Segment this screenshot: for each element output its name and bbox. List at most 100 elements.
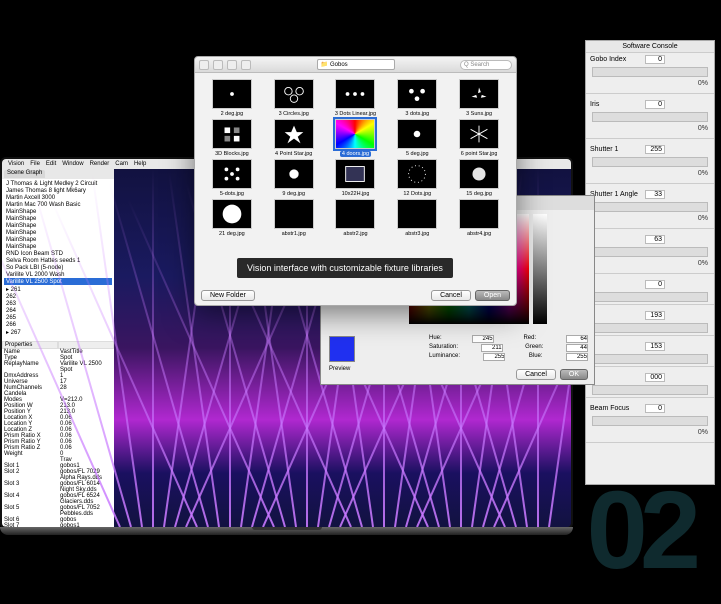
finder-cancel-button[interactable]: Cancel — [431, 290, 471, 301]
param-value[interactable]: 193 — [645, 311, 665, 320]
menu-window[interactable]: Window — [62, 161, 83, 167]
file-item[interactable]: 3 Dots Linear.jpg — [327, 79, 385, 117]
file-item[interactable]: 3 dots.jpg — [388, 79, 446, 117]
file-caption: 10x22H.jpg — [342, 191, 370, 197]
file-item[interactable]: 3 Circles.jpg — [265, 79, 323, 117]
nav-back-button[interactable] — [199, 60, 209, 70]
param-value[interactable]: 153 — [645, 342, 665, 351]
param-slider[interactable] — [592, 292, 708, 302]
lum-label: Luminance: — [429, 353, 460, 361]
folder-dropdown[interactable]: 📁Gobos — [317, 59, 395, 70]
green-label: Green: — [525, 344, 543, 352]
red-input[interactable] — [566, 335, 588, 343]
file-item[interactable]: 4 Point Star.jpg — [265, 119, 323, 157]
laptop-base — [0, 527, 573, 535]
param-slider[interactable] — [592, 385, 708, 395]
nav-fwd-button[interactable] — [213, 60, 223, 70]
file-item[interactable]: 12 Dots.jpg — [388, 159, 446, 197]
param-value[interactable]: 0 — [645, 100, 665, 109]
param-slider[interactable] — [592, 157, 708, 167]
menu-render[interactable]: Render — [90, 161, 110, 167]
file-caption: 4 doors.jpg — [340, 151, 371, 157]
file-item[interactable]: 9 deg.jpg — [265, 159, 323, 197]
slot-key: Slot 5 — [2, 505, 58, 517]
finder-open-button[interactable]: Open — [475, 290, 510, 301]
file-item[interactable]: abstr4.jpg — [450, 199, 508, 237]
search-input[interactable]: Q Search — [460, 60, 512, 70]
param-value[interactable]: 000 — [645, 373, 665, 382]
param-slider[interactable] — [592, 323, 708, 333]
slot-val[interactable]: gobos/FL 7052 Pebbles.dds — [58, 505, 114, 517]
menu-edit[interactable]: Edit — [46, 161, 56, 167]
file-item[interactable]: 21 deg.jpg — [203, 199, 261, 237]
hue-input[interactable] — [472, 335, 494, 343]
fixture-item[interactable]: 266 — [4, 321, 112, 328]
view-icon-button[interactable] — [227, 60, 237, 70]
param-value[interactable]: 255 — [645, 145, 665, 154]
folder-icon: 📁 — [321, 61, 328, 68]
fixture-item[interactable]: ▸ 267 — [4, 328, 112, 336]
file-item[interactable]: abstr1.jpg — [265, 199, 323, 237]
param-value[interactable]: 0 — [645, 55, 665, 64]
fixture-item[interactable]: Selva Room Hattes seeds 1 — [4, 257, 112, 264]
luminance-slider[interactable] — [533, 214, 547, 324]
param-label: Beam Focus — [590, 405, 645, 412]
param-value[interactable]: 0 — [645, 280, 665, 289]
software-console-panel: Software Console Gobo Index00%Iris00%Shu… — [585, 40, 715, 485]
fixture-item[interactable]: MainShape — [4, 236, 112, 243]
fixture-item[interactable]: MainShape — [4, 229, 112, 236]
param-slider[interactable] — [592, 416, 708, 426]
file-thumb — [459, 199, 499, 229]
param-label: Gobo Index — [590, 56, 645, 63]
menu-file[interactable]: File — [30, 161, 40, 167]
new-folder-button[interactable]: New Folder — [201, 290, 255, 301]
file-item[interactable]: abstr2.jpg — [327, 199, 385, 237]
file-item[interactable]: 15 deg.jpg — [450, 159, 508, 197]
menu-vision[interactable]: Vision — [8, 161, 24, 167]
file-caption: 9 deg.jpg — [282, 191, 305, 197]
file-item[interactable]: 3D Blocks.jpg — [203, 119, 261, 157]
param-value[interactable]: 63 — [645, 235, 665, 244]
fixture-item[interactable]: MainShape — [4, 243, 112, 250]
file-item[interactable]: 6 point Star.jpg — [450, 119, 508, 157]
view-list-button[interactable] — [241, 60, 251, 70]
param-slider[interactable] — [592, 247, 708, 257]
param-slider[interactable] — [592, 112, 708, 122]
param-slider[interactable] — [592, 354, 708, 364]
param-value[interactable]: 33 — [645, 190, 665, 199]
param-slider[interactable] — [592, 202, 708, 212]
file-thumb — [212, 119, 252, 149]
file-item[interactable]: 10x22H.jpg — [327, 159, 385, 197]
sat-input[interactable] — [481, 344, 503, 352]
color-ok-button[interactable]: OK — [560, 369, 588, 380]
menu-cam[interactable]: Cam — [115, 161, 128, 167]
blue-input[interactable] — [566, 353, 588, 361]
file-caption: 5-dots.jpg — [220, 191, 244, 197]
tab-scene-graph[interactable]: Scene Graph — [4, 170, 45, 178]
fixture-item[interactable]: J Thomas & Light Medley 2 Circuit — [4, 180, 112, 187]
file-caption: 3 Suns.jpg — [466, 111, 492, 117]
file-item[interactable]: 2 deg.jpg — [203, 79, 261, 117]
file-item[interactable]: abstr3.jpg — [388, 199, 446, 237]
file-thumb — [274, 199, 314, 229]
green-input[interactable] — [566, 344, 588, 352]
fixture-item[interactable]: MainShape — [4, 222, 112, 229]
param-value[interactable]: 0 — [645, 404, 665, 413]
fixture-item[interactable]: ▸ 261 — [4, 285, 112, 293]
file-item[interactable]: 3 Suns.jpg — [450, 79, 508, 117]
menu-help[interactable]: Help — [134, 161, 146, 167]
file-item[interactable]: 5-dots.jpg — [203, 159, 261, 197]
fixture-item[interactable]: 264 — [4, 307, 112, 314]
fixture-item[interactable]: RND Icon Beam STD — [4, 250, 112, 257]
fixture-item[interactable]: 265 — [4, 314, 112, 321]
param-pct: 0% — [586, 124, 714, 136]
file-caption: 12 Dots.jpg — [403, 191, 431, 197]
slot-val[interactable]: gobos/FL 7029 Alpha Rays.dds — [58, 469, 114, 481]
file-thumb — [397, 119, 437, 149]
param-slider[interactable] — [592, 67, 708, 77]
file-item[interactable]: 5 deg.jpg — [388, 119, 446, 157]
file-item[interactable]: 4 doors.jpg — [327, 119, 385, 157]
watermark-number: 02 — [587, 467, 693, 594]
color-cancel-button[interactable]: Cancel — [516, 369, 556, 380]
lum-input[interactable] — [483, 353, 505, 361]
